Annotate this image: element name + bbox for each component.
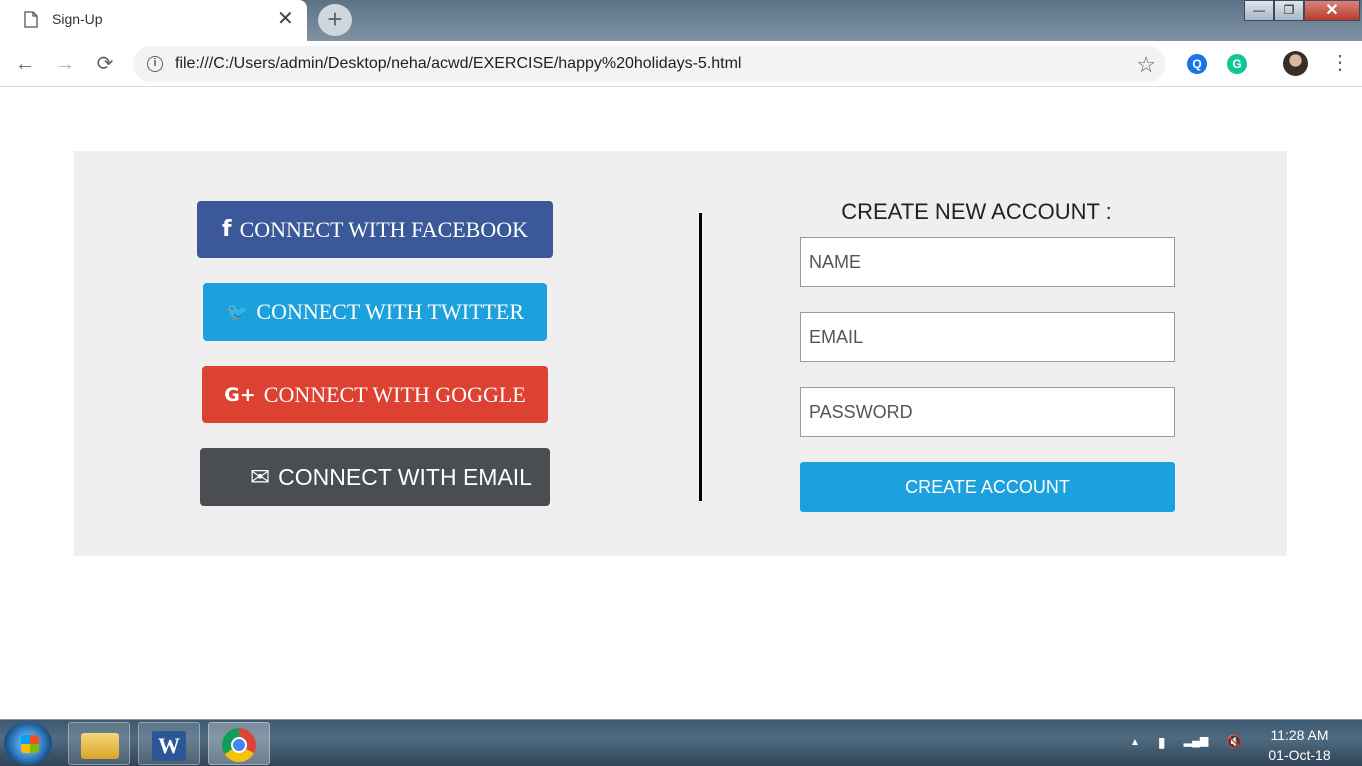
taskbar-clock[interactable]: 11:28 AM 01-Oct-18: [1262, 725, 1337, 765]
window-controls: — ❐ ✕: [1244, 0, 1360, 21]
minimize-button[interactable]: —: [1244, 0, 1274, 21]
bookmark-star-icon[interactable]: ☆: [1136, 52, 1156, 78]
tab-close-icon[interactable]: ✕: [277, 7, 294, 31]
url-text[interactable]: file:///C:/Users/admin/Desktop/neha/acwd…: [175, 55, 741, 73]
system-tray: ▲ ▮ ▂▄▆ 🔇: [1130, 734, 1243, 752]
email-button-label: CONNECT WITH EMAIL: [278, 463, 532, 490]
name-input[interactable]: [800, 237, 1175, 287]
envelope-icon: ✉: [250, 463, 271, 491]
profile-avatar[interactable]: [1283, 51, 1308, 76]
start-button[interactable]: [4, 722, 52, 765]
folder-icon: [81, 733, 119, 759]
windows-taskbar: W ▲ ▮ ▂▄▆ 🔇 11:28 AM 01-Oct-18: [0, 719, 1362, 766]
grammarly-extension-icon[interactable]: G: [1227, 54, 1247, 74]
search-extension-icon[interactable]: Q: [1187, 54, 1207, 74]
vertical-divider: [699, 213, 702, 501]
facebook-button-label: CONNECT WITH FACEBOOK: [239, 216, 529, 242]
back-icon[interactable]: ←: [12, 51, 38, 77]
maximize-button[interactable]: ❐: [1274, 0, 1304, 21]
twitter-button-label: CONNECT WITH TWITTER: [256, 299, 525, 324]
browser-tab[interactable]: Sign-Up ✕: [0, 0, 307, 41]
browser-menu-icon[interactable]: ⋮: [1330, 52, 1350, 74]
battery-icon[interactable]: ▮: [1158, 734, 1166, 752]
signup-panel: f CONNECT WITH FACEBOOK 🐦 CONNECT WITH T…: [74, 151, 1287, 556]
reload-icon[interactable]: ⟳: [92, 51, 118, 77]
show-hidden-icons-icon[interactable]: ▲: [1130, 734, 1140, 752]
taskbar-explorer[interactable]: [68, 722, 130, 765]
windows-logo-icon: [21, 735, 39, 753]
page-icon: [24, 11, 38, 28]
word-icon: W: [152, 731, 186, 761]
form-title: CREATE NEW ACCOUNT :: [841, 199, 1112, 224]
facebook-icon: f: [221, 217, 232, 242]
browser-toolbar: ← → ⟳ i file:///C:/Users/admin/Desktop/n…: [0, 41, 1362, 87]
close-window-button[interactable]: ✕: [1304, 0, 1360, 21]
address-bar[interactable]: i file:///C:/Users/admin/Desktop/neha/ac…: [133, 46, 1166, 82]
twitter-icon: 🐦: [225, 301, 249, 323]
new-tab-button[interactable]: +: [318, 4, 352, 36]
volume-muted-icon[interactable]: 🔇: [1226, 734, 1242, 752]
forward-icon[interactable]: →: [52, 51, 78, 77]
create-account-button[interactable]: CREATE ACCOUNT: [800, 462, 1175, 512]
email-connect-button[interactable]: ✉ CONNECT WITH EMAIL: [200, 448, 550, 506]
facebook-connect-button[interactable]: f CONNECT WITH FACEBOOK: [197, 201, 553, 258]
twitter-connect-button[interactable]: 🐦 CONNECT WITH TWITTER: [203, 283, 547, 341]
google-connect-button[interactable]: G+ CONNECT WITH GOGGLE: [202, 366, 548, 423]
tab-title: Sign-Up: [52, 11, 103, 27]
browser-tab-strip: Sign-Up ✕ + — ❐ ✕: [0, 0, 1362, 41]
email-input[interactable]: [800, 312, 1175, 362]
taskbar-word[interactable]: W: [138, 722, 200, 765]
network-signal-icon[interactable]: ▂▄▆: [1184, 734, 1209, 752]
password-input[interactable]: [800, 387, 1175, 437]
clock-date: 01-Oct-18: [1268, 747, 1331, 763]
google-plus-icon: G+: [224, 383, 256, 406]
taskbar-chrome[interactable]: [208, 722, 270, 765]
chrome-icon: [222, 728, 256, 762]
site-info-icon[interactable]: i: [147, 56, 163, 72]
google-button-label: CONNECT WITH GOGGLE: [263, 381, 526, 407]
clock-time: 11:28 AM: [1270, 727, 1329, 743]
